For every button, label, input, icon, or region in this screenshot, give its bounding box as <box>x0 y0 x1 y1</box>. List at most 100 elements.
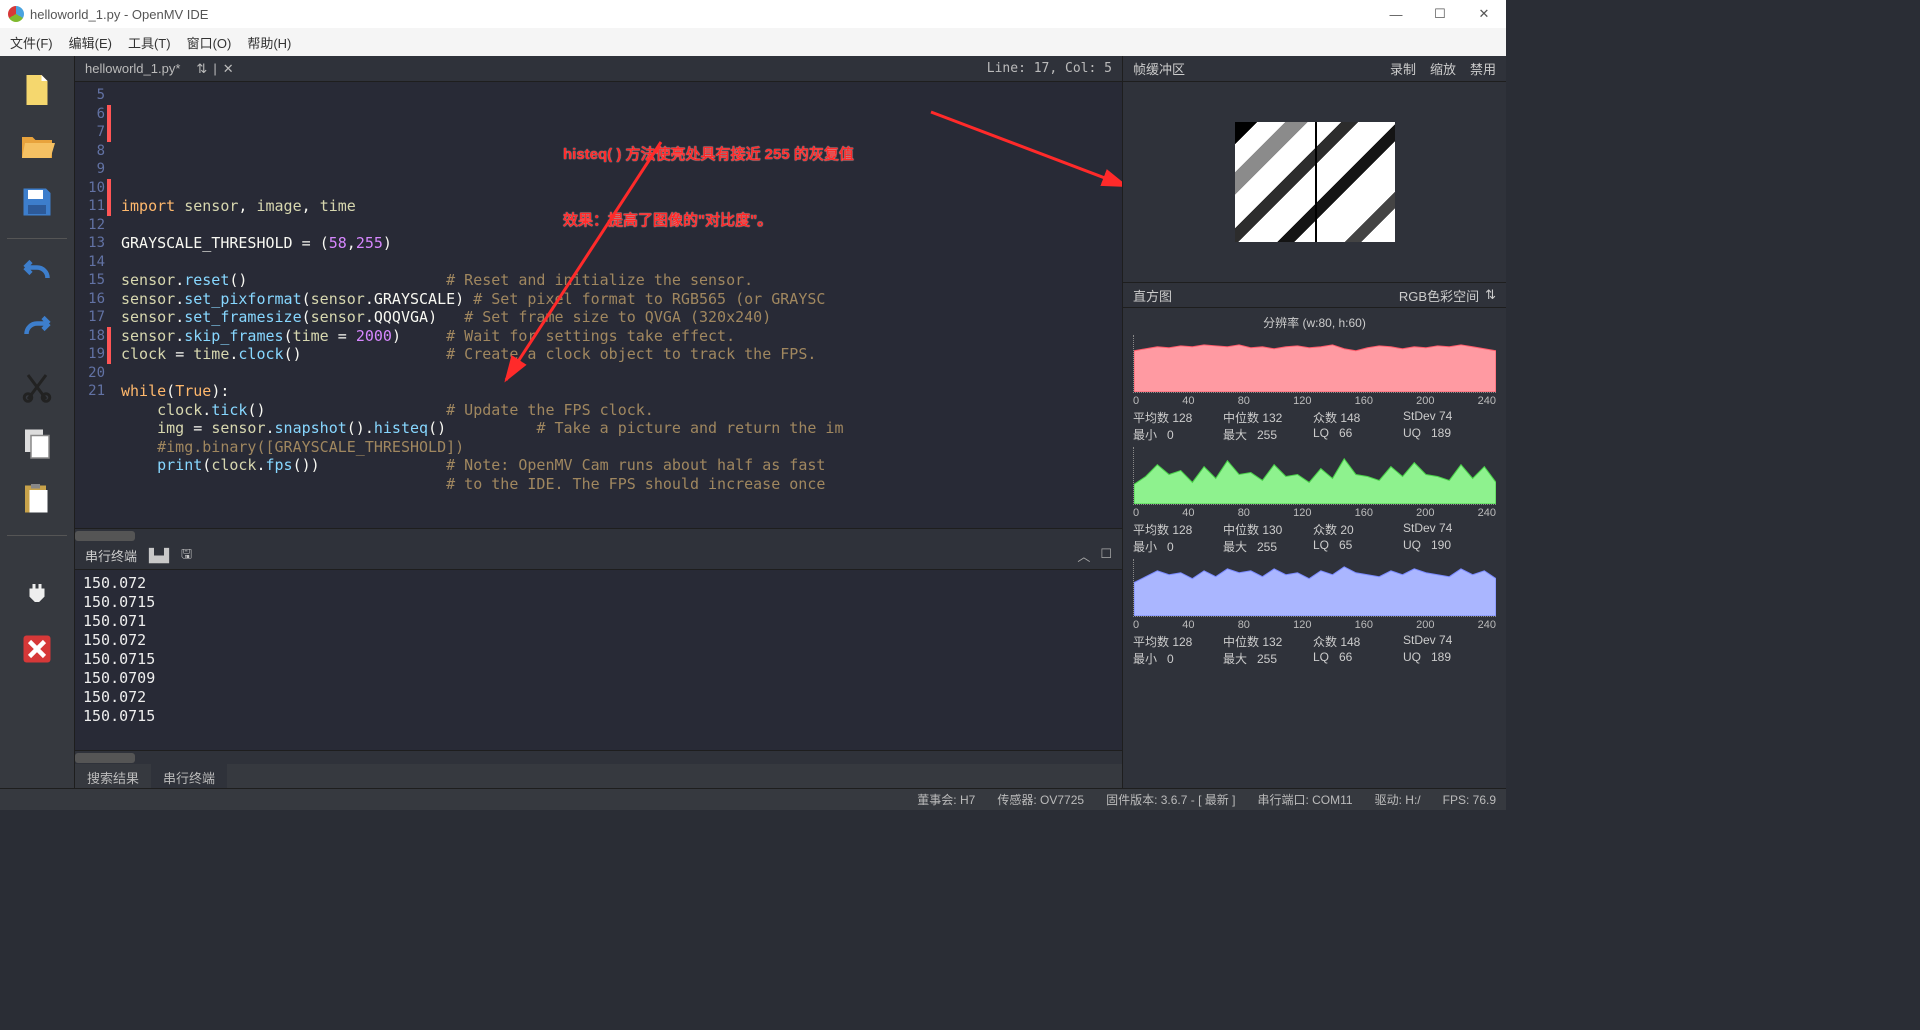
status-firmware: 固件版本: 3.6.7 - [ 最新 ] <box>1106 791 1235 808</box>
histogram-resolution: 分辨率 (w:80, h:60) <box>1133 314 1496 331</box>
tab-dropdown-icon[interactable]: ⇅ <box>196 61 207 77</box>
framebuffer-header: 帧缓冲区 录制 缩放 禁用 <box>1123 56 1506 82</box>
open-file-button[interactable] <box>13 122 61 170</box>
terminal-line: 150.0715 <box>83 650 1114 669</box>
save-button[interactable] <box>13 178 61 226</box>
line-number: 17 <box>75 308 111 327</box>
code-line[interactable]: clock.tick() # Update the FPS clock. <box>121 401 1122 420</box>
framebuffer-title: 帧缓冲区 <box>1133 59 1185 78</box>
line-number: 11 <box>75 197 111 216</box>
code-line[interactable]: img = sensor.snapshot().histeq() # Take … <box>121 419 1122 438</box>
code-line[interactable]: GRAYSCALE_THRESHOLD = (58,255) <box>121 234 1122 253</box>
histogram-stats: 平均数 128中位数 132众数 148StDev 74最小 0最大 255LQ… <box>1133 409 1496 443</box>
stop-button[interactable] <box>13 625 61 673</box>
line-number: 16 <box>75 290 111 309</box>
statusbar: 董事会: H7 传感器: OV7725 固件版本: 3.6.7 - [ 最新 ]… <box>0 788 1506 810</box>
code-line[interactable]: sensor.set_pixformat(sensor.GRAYSCALE) #… <box>121 290 1122 309</box>
connect-button[interactable] <box>13 569 61 617</box>
code-line[interactable]: #img.binary([GRAYSCALE_THRESHOLD]) <box>121 438 1122 457</box>
copy-icon <box>19 425 55 461</box>
code-line[interactable]: # to the IDE. The FPS should increase on… <box>121 475 1122 494</box>
code-line[interactable]: sensor.skip_frames(time = 2000) # Wait f… <box>121 327 1122 346</box>
code-line[interactable] <box>121 216 1122 235</box>
line-number: 10 <box>75 179 111 198</box>
sidebar <box>0 56 75 788</box>
code-line[interactable] <box>121 253 1122 272</box>
terminal-collapse-icon[interactable]: ︿ <box>1077 546 1090 565</box>
histogram-xticks: 04080120160200240 <box>1133 395 1496 407</box>
editor[interactable]: 56789101112131415161718192021 histeq( ) … <box>75 82 1122 528</box>
close-window-button[interactable]: ✕ <box>1462 0 1506 28</box>
window-title: helloworld_1.py - OpenMV IDE <box>30 7 208 22</box>
line-number: 5 <box>75 86 111 105</box>
menu-file[interactable]: 文件(F) <box>10 33 53 52</box>
titlebar: helloworld_1.py - OpenMV IDE — ☐ ✕ <box>0 0 1506 28</box>
code-line[interactable]: while(True): <box>121 382 1122 401</box>
tab-close-icon[interactable]: ✕ <box>223 61 234 77</box>
histogram-xticks: 04080120160200240 <box>1133 507 1496 519</box>
colorspace-select[interactable]: RGB色彩空间 <box>1399 286 1479 305</box>
histogram-chart <box>1133 447 1496 505</box>
paste-icon <box>19 481 55 517</box>
disable-button[interactable]: 禁用 <box>1470 59 1496 78</box>
copy-button[interactable] <box>13 419 61 467</box>
minimize-button[interactable]: — <box>1374 0 1418 28</box>
colorspace-dropdown-icon[interactable]: ⇅ <box>1485 287 1496 303</box>
menu-help[interactable]: 帮助(H) <box>247 33 291 52</box>
terminal-line: 150.072 <box>83 574 1114 593</box>
code-line[interactable]: sensor.set_framesize(sensor.QQQVGA) # Se… <box>121 308 1122 327</box>
line-number: 20 <box>75 364 111 383</box>
status-board: 董事会: H7 <box>917 791 975 808</box>
line-number: 18 <box>75 327 111 346</box>
redo-button[interactable] <box>13 307 61 355</box>
maximize-button[interactable]: ☐ <box>1418 0 1462 28</box>
tab-serial-terminal[interactable]: 串行终端 <box>151 764 227 788</box>
right-panel: 帧缓冲区 录制 缩放 禁用 直方图 RGB色彩空间 ⇅ 分辨率 (w:80, h… <box>1122 56 1506 788</box>
menu-window[interactable]: 窗口(O) <box>187 33 232 52</box>
terminal-save-icon[interactable]: 🖫 <box>181 545 192 567</box>
app-logo-icon <box>8 6 24 22</box>
terminal-clear-icon[interactable]: ▙▟ <box>149 548 169 564</box>
status-sensor: 传感器: OV7725 <box>997 791 1084 808</box>
menu-edit[interactable]: 编辑(E) <box>69 33 112 52</box>
cut-button[interactable] <box>13 363 61 411</box>
line-number: 15 <box>75 271 111 290</box>
code-line[interactable]: sensor.reset() # Reset and initialize th… <box>121 271 1122 290</box>
paste-button[interactable] <box>13 475 61 523</box>
plug-icon <box>19 575 55 611</box>
code-line[interactable] <box>121 493 1122 512</box>
histogram-header: 直方图 RGB色彩空间 ⇅ <box>1123 282 1506 308</box>
framebuffer-view[interactable] <box>1123 82 1506 282</box>
zoom-button[interactable]: 缩放 <box>1430 59 1456 78</box>
code-line[interactable]: clock = time.clock() # Create a clock ob… <box>121 345 1122 364</box>
redo-icon <box>19 313 55 349</box>
terminal-line: 150.0709 <box>83 669 1114 688</box>
terminal-line: 150.0715 <box>83 593 1114 612</box>
editor-tab[interactable]: helloworld_1.py* <box>85 61 180 76</box>
line-number: 14 <box>75 253 111 272</box>
line-number: 6 <box>75 105 111 124</box>
content: helloworld_1.py* ⇅ | ✕ Line: 17, Col: 5 … <box>0 56 1506 788</box>
new-file-button[interactable] <box>13 66 61 114</box>
undo-button[interactable] <box>13 251 61 299</box>
editor-horizontal-scrollbar[interactable] <box>75 528 1122 542</box>
record-button[interactable]: 录制 <box>1390 59 1416 78</box>
code-line[interactable] <box>121 364 1122 383</box>
terminal-horizontal-scrollbar[interactable] <box>75 750 1122 764</box>
framebuffer-image <box>1235 122 1395 242</box>
save-icon <box>19 184 55 220</box>
tab-search-results[interactable]: 搜索结果 <box>75 764 151 788</box>
menubar: 文件(F) 编辑(E) 工具(T) 窗口(O) 帮助(H) <box>0 28 1506 56</box>
menu-tools[interactable]: 工具(T) <box>128 33 171 52</box>
editor-code[interactable]: histeq( ) 方法使亮处具有接近 255 的灰复值 效果：提高了图像的"对… <box>111 82 1122 528</box>
terminal-line: 150.072 <box>83 631 1114 650</box>
code-line[interactable]: import sensor, image, time <box>121 197 1122 216</box>
terminal-close-icon[interactable]: ☐ <box>1100 546 1112 565</box>
histogram-xticks: 04080120160200240 <box>1133 619 1496 631</box>
scissors-icon <box>19 369 55 405</box>
bottom-tabs: 搜索结果 串行终端 <box>75 764 1122 788</box>
status-drive: 驱动: H:/ <box>1375 791 1421 808</box>
terminal-output[interactable]: 150.072150.0715150.071150.072150.0715150… <box>75 570 1122 750</box>
line-number: 21 <box>75 382 111 401</box>
code-line[interactable]: print(clock.fps()) # Note: OpenMV Cam ru… <box>121 456 1122 475</box>
